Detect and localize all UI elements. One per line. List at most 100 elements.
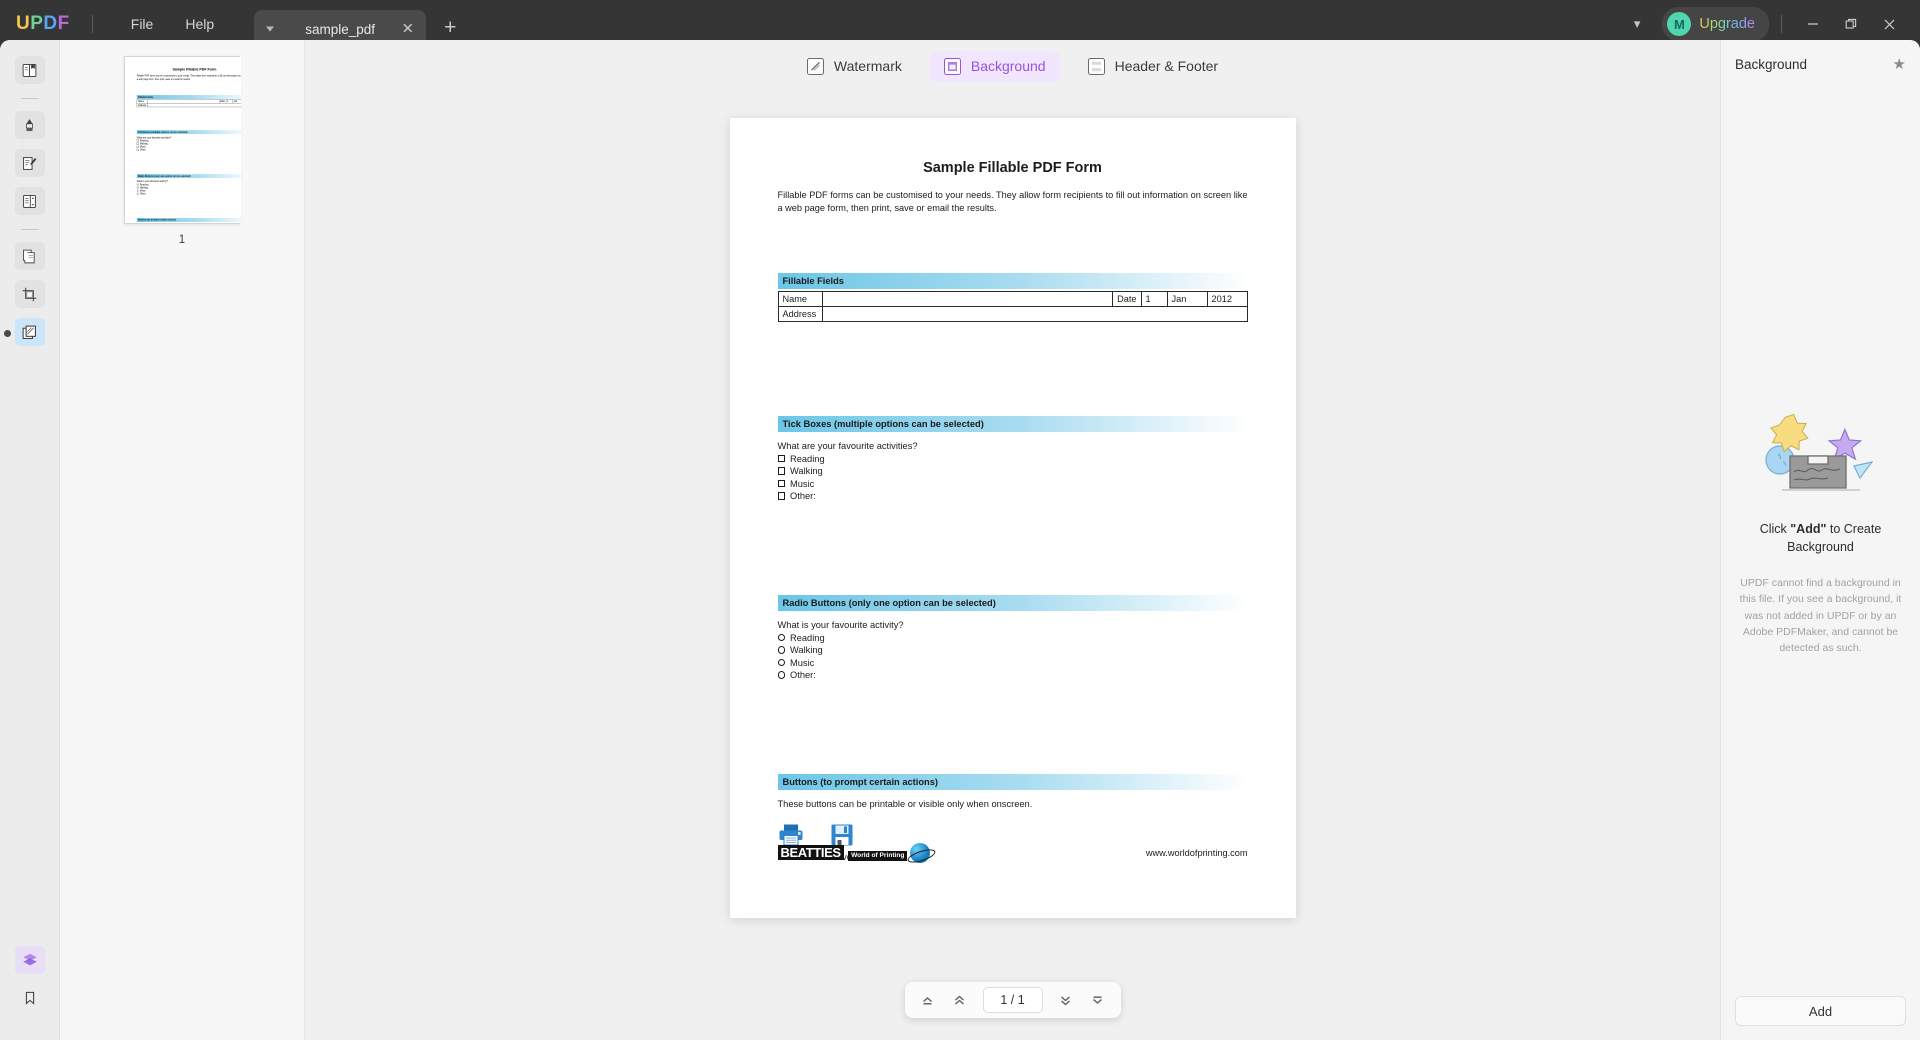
radio-option-walking[interactable]: Walking [777, 645, 1248, 655]
radio-icon[interactable] [777, 658, 785, 667]
radio-question: What is your favourite activity? [777, 620, 904, 631]
page-indicator[interactable]: 1 / 1 [982, 987, 1043, 1013]
star-icon[interactable]: ★ [1893, 55, 1906, 73]
radio-icon[interactable] [777, 646, 785, 654]
upgrade-label: Upgrade [1699, 16, 1755, 32]
checkbox-option-reading[interactable]: Reading [777, 453, 1248, 464]
radio-icon[interactable] [777, 671, 785, 679]
checkbox-icon[interactable] [777, 454, 785, 463]
date-day-field[interactable]: 1 [1140, 291, 1168, 308]
sidebar-item-edit-pdf[interactable] [14, 149, 45, 177]
logo-letter-u: U [16, 13, 31, 34]
name-label: Name [777, 291, 823, 308]
panel-empty-state: Click "Add" to Create Background UPDF ca… [1721, 84, 1920, 982]
menu-file[interactable]: File [115, 10, 170, 38]
new-tab-button[interactable]: + [444, 16, 456, 40]
radio-option-music[interactable]: Music [777, 658, 1248, 668]
minimize-icon[interactable] [1794, 8, 1832, 40]
document-tab-label: sample_pdf [305, 21, 376, 37]
avatar: M [1667, 12, 1692, 36]
logo-letter-d: D [43, 13, 58, 34]
radio-icon[interactable] [777, 633, 785, 642]
brand-sub: World of Printing [848, 851, 908, 862]
cta-bold: "Add" [1790, 521, 1827, 536]
menu-help[interactable]: Help [169, 10, 230, 38]
page-navigation: 1 / 1 [904, 982, 1121, 1018]
checkbox-option-other[interactable]: Other: [777, 491, 1248, 501]
first-page-button[interactable] [915, 987, 941, 1013]
rail-active-indicator [4, 330, 11, 337]
upgrade-button[interactable]: M Upgrade [1662, 7, 1769, 41]
thumbnail-item[interactable]: Sample Fillable PDF Form Fillable PDF fo… [124, 56, 241, 224]
rail-divider-2 [20, 229, 39, 230]
radio-option-reading[interactable]: Reading [777, 633, 1248, 643]
fillable-fields-table: Name Date 1 Jan 2012 Address [777, 291, 1248, 323]
next-page-button[interactable] [1053, 987, 1079, 1013]
tool-watermark[interactable]: Watermark [793, 51, 916, 82]
date-month-field[interactable]: Jan [1166, 291, 1208, 308]
page-tools-toolbar: Watermark Background Header & Footer [305, 40, 1720, 92]
table-row: Name Date 1 Jan 2012 [777, 291, 1248, 308]
logo-letter-f: F [57, 13, 70, 34]
panel-title: Background [1735, 56, 1808, 72]
thumb-sec1: Fillable Fields [136, 95, 241, 100]
sidebar-item-page-tools[interactable] [14, 318, 45, 346]
pdf-page[interactable]: Sample Fillable PDF Form Fillable PDF fo… [729, 118, 1296, 918]
tool-header-footer-label: Header & Footer [1114, 58, 1219, 74]
section-heading-fillable-fields: Fillable Fields [777, 273, 1248, 290]
radio-label: Other: [790, 670, 816, 681]
buttons-description: These buttons can be printable or visibl… [777, 799, 1033, 810]
address-input-field[interactable] [821, 306, 1248, 323]
sidebar-item-reader[interactable] [14, 56, 45, 84]
date-year-field[interactable]: 2012 [1206, 291, 1248, 308]
close-window-icon[interactable] [1870, 8, 1908, 40]
background-icon [943, 57, 961, 75]
sidebar-item-layers[interactable] [14, 946, 45, 974]
checkbox-icon[interactable] [777, 479, 785, 488]
checkbox-label: Reading [790, 453, 825, 464]
chevron-down-icon[interactable] [266, 26, 275, 32]
tool-watermark-label: Watermark [833, 58, 902, 74]
checkbox-icon[interactable] [777, 492, 785, 500]
pdf-footer: BEATTIES World of Printing www.worldofpr… [777, 843, 1248, 863]
sidebar-item-organize-pages[interactable] [14, 187, 45, 215]
beatties-logo: BEATTIES World of Printing [777, 843, 931, 863]
table-row: Address [777, 306, 1248, 323]
name-input-field[interactable] [821, 291, 1114, 308]
sidebar-item-annotate[interactable] [14, 111, 45, 139]
tick-question: What are your favourite activities? [777, 441, 918, 452]
updf-logo: U P D F [16, 13, 70, 35]
section-heading-tick-boxes: Tick Boxes (multiple options can be sele… [777, 416, 1248, 433]
thumbnail-page-render: Sample Fillable PDF Form Fillable PDF fo… [125, 57, 241, 223]
tool-header-footer[interactable]: Header & Footer [1074, 51, 1233, 82]
app-body: Sample Fillable PDF Form Fillable PDF fo… [0, 40, 1920, 1040]
thumbnail-panel: Sample Fillable PDF Form Fillable PDF fo… [60, 40, 305, 1040]
previous-page-button[interactable] [947, 987, 973, 1013]
checkbox-icon[interactable] [777, 467, 785, 475]
radio-option-other[interactable]: Other: [777, 670, 1248, 681]
sidebar-item-bookmarks[interactable] [15, 984, 45, 1012]
last-page-button[interactable] [1085, 987, 1111, 1013]
checkbox-option-walking[interactable]: Walking [777, 466, 1248, 477]
sidebar-item-crop[interactable] [14, 280, 45, 308]
cta-prefix: Click [1759, 521, 1791, 536]
maximize-icon[interactable] [1832, 8, 1870, 40]
sidebar-item-convert[interactable] [14, 242, 45, 270]
checkbox-option-music[interactable]: Music [777, 479, 1248, 489]
rail-divider-1 [20, 98, 39, 99]
add-background-button[interactable]: Add [1735, 996, 1906, 1026]
thumbnail-preview: Sample Fillable PDF Form Fillable PDF fo… [125, 57, 241, 223]
pdf-viewer[interactable]: Sample Fillable PDF Form Fillable PDF fo… [305, 92, 1720, 1040]
tool-background-label: Background [970, 58, 1046, 74]
pdf-intro: Fillable PDF forms can be customised to … [777, 190, 1248, 214]
more-options-chevron-icon[interactable]: ▾ [1622, 10, 1653, 38]
section-heading-buttons: Buttons (to prompt certain actions) [777, 774, 1248, 791]
checkbox-label: Walking [790, 466, 823, 477]
close-icon[interactable]: ✕ [402, 22, 415, 37]
panel-cta-text: Click "Add" to Create Background [1739, 520, 1902, 558]
tool-background[interactable]: Background [929, 50, 1060, 82]
